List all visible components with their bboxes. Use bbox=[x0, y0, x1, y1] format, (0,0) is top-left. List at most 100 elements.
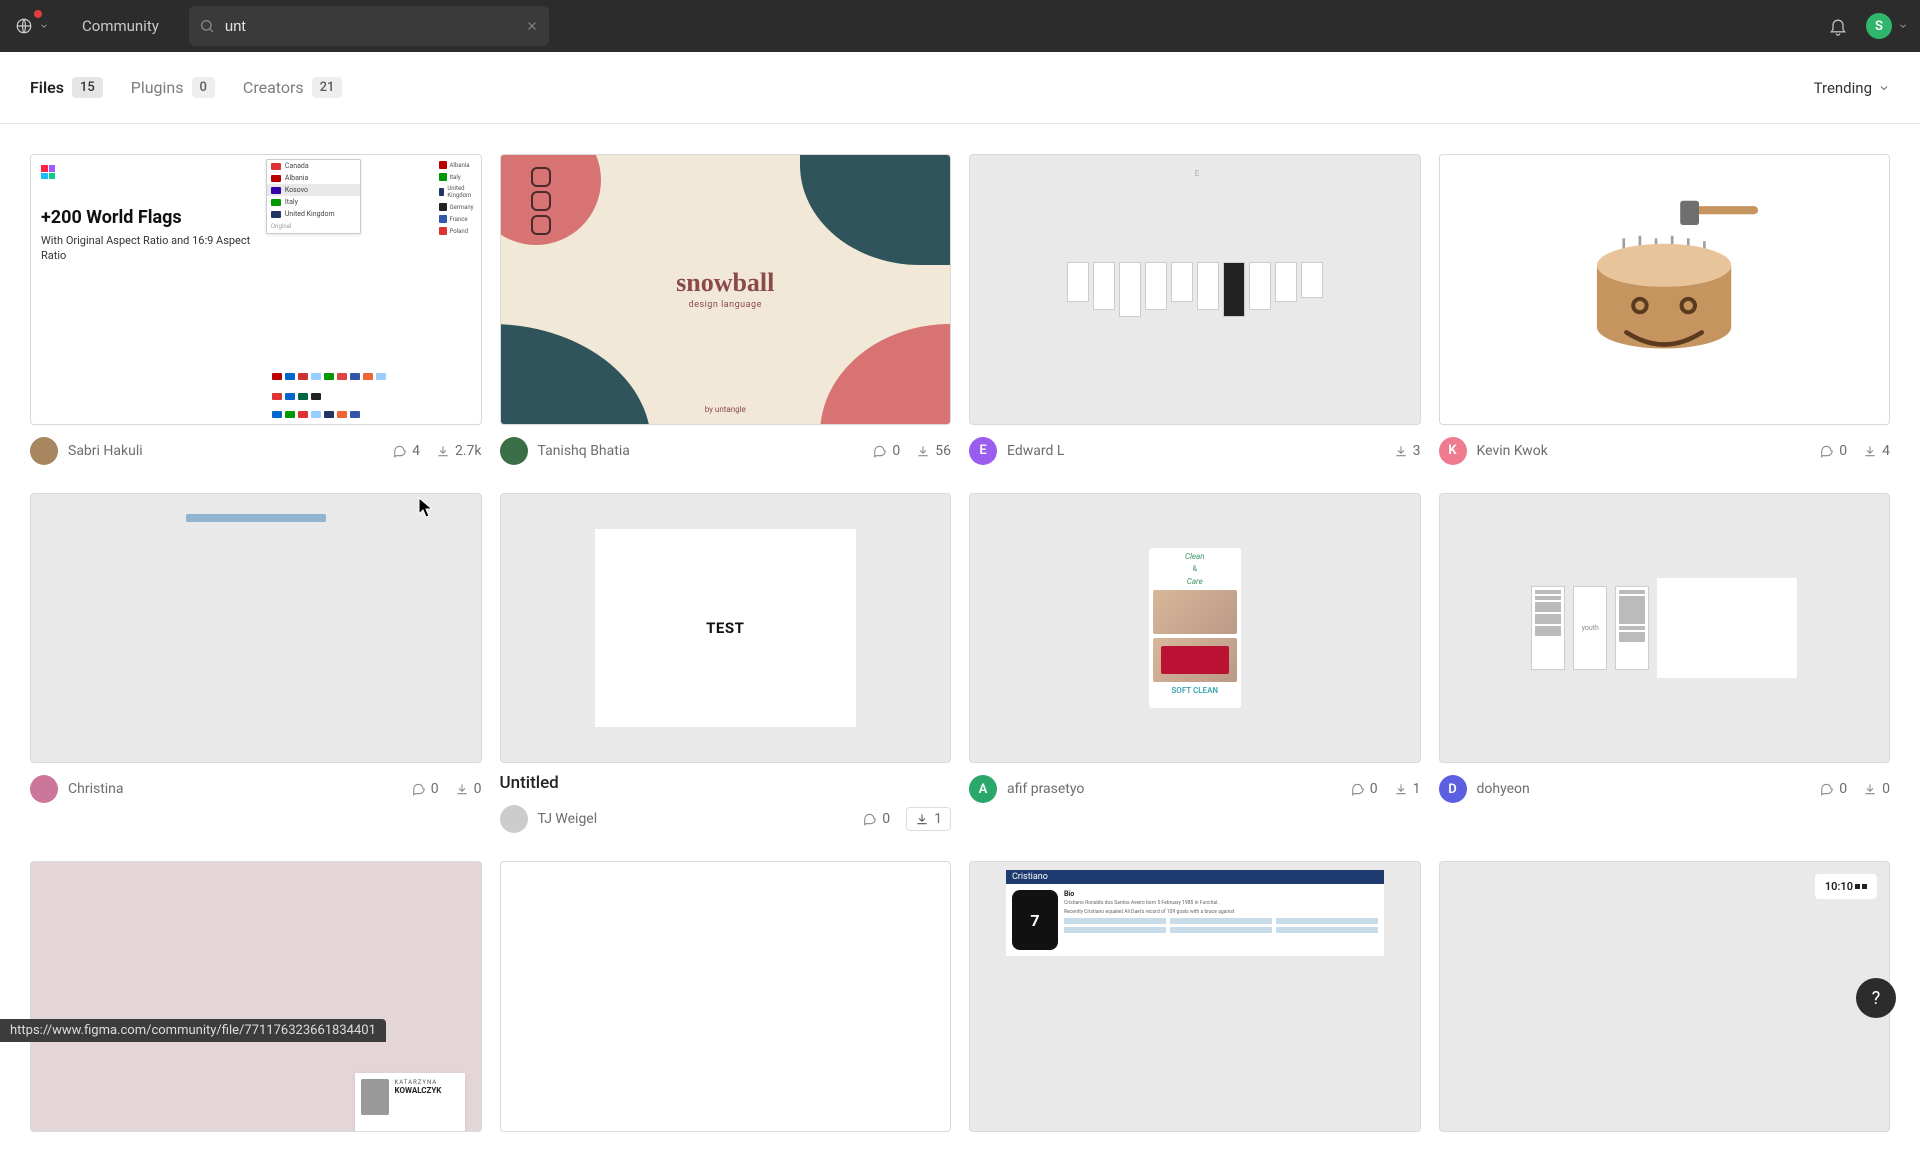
comment-icon bbox=[412, 782, 426, 796]
author-avatar bbox=[500, 805, 528, 833]
file-grid: +200 World Flags With Original Aspect Ra… bbox=[0, 124, 1920, 1162]
author-name: Tanishq Bhatia bbox=[538, 443, 630, 459]
comment-icon bbox=[1820, 444, 1834, 458]
file-card bbox=[500, 861, 952, 1132]
stump-hammer-illustration bbox=[1518, 182, 1810, 397]
file-author[interactable]: A afif prasetyo bbox=[969, 775, 1084, 803]
topbar-left: Community bbox=[12, 6, 549, 46]
file-meta: E Edward L 3 bbox=[969, 437, 1421, 465]
status-url-bar: https://www.figma.com/community/file/771… bbox=[0, 1019, 386, 1042]
notification-dot bbox=[34, 10, 42, 18]
downloads-stat[interactable]: 56 bbox=[916, 443, 951, 459]
author-name: TJ Weigel bbox=[538, 811, 598, 827]
file-author[interactable]: E Edward L bbox=[969, 437, 1064, 465]
file-author[interactable]: Sabri Hakuli bbox=[30, 437, 143, 465]
sort-label: Trending bbox=[1814, 79, 1872, 97]
chevron-down-icon bbox=[1878, 82, 1890, 94]
file-card: +200 World Flags With Original Aspect Ra… bbox=[30, 154, 482, 465]
comment-icon bbox=[1820, 782, 1834, 796]
community-label[interactable]: Community bbox=[64, 17, 177, 35]
author-avatar bbox=[30, 775, 58, 803]
comments-stat[interactable]: 0 bbox=[412, 781, 439, 797]
file-thumbnail[interactable] bbox=[500, 861, 952, 1132]
file-thumbnail[interactable]: +200 World Flags With Original Aspect Ra… bbox=[30, 154, 482, 425]
file-thumbnail[interactable]: youth bbox=[1439, 493, 1891, 764]
tab-label: Files bbox=[30, 78, 64, 97]
downloads-stat[interactable]: 4 bbox=[1863, 443, 1890, 459]
comments-stat[interactable]: 0 bbox=[1820, 781, 1847, 797]
thumb-subtitle: design language bbox=[689, 300, 762, 310]
comments-stat[interactable]: 0 bbox=[873, 443, 900, 459]
file-author[interactable]: D dohyeon bbox=[1439, 775, 1530, 803]
chevron-down-icon bbox=[39, 21, 49, 31]
downloads-stat[interactable]: 0 bbox=[455, 781, 482, 797]
search-icon bbox=[199, 18, 215, 34]
sort-button[interactable]: Trending bbox=[1814, 79, 1890, 97]
file-thumbnail[interactable]: TEST bbox=[500, 493, 952, 764]
file-card: Christina 0 0 bbox=[30, 493, 482, 834]
file-author[interactable]: K Kevin Kwok bbox=[1439, 437, 1548, 465]
file-card: KATARZYNA KOWALCZYK bbox=[30, 861, 482, 1132]
download-icon bbox=[455, 782, 469, 796]
topbar: Community S bbox=[0, 0, 1920, 52]
tab-label: Plugins bbox=[131, 78, 184, 97]
file-card: Cristiano 7 Bio Cristiano Ronaldo dos Sa… bbox=[969, 861, 1421, 1132]
tab-count: 0 bbox=[192, 77, 215, 98]
file-thumbnail[interactable]: Clean & Care SOFT CLEAN bbox=[969, 493, 1421, 764]
file-thumbnail[interactable] bbox=[30, 493, 482, 764]
file-card: snowball design language by untangle Tan… bbox=[500, 154, 952, 465]
tab-plugins[interactable]: Plugins 0 bbox=[131, 77, 215, 98]
close-icon bbox=[525, 19, 539, 33]
notifications-button[interactable] bbox=[1828, 16, 1848, 36]
duplicate-button[interactable]: 1 bbox=[906, 807, 951, 831]
downloads-stat[interactable]: 2.7k bbox=[436, 443, 482, 459]
downloads-stat[interactable]: 1 bbox=[1394, 781, 1421, 797]
file-meta: A afif prasetyo 0 1 bbox=[969, 775, 1421, 803]
file-thumbnail[interactable]: snowball design language by untangle bbox=[500, 154, 952, 425]
downloads-stat[interactable]: 3 bbox=[1394, 443, 1421, 459]
account-menu-button[interactable]: S bbox=[1866, 13, 1908, 39]
file-card: 10:10 bbox=[1439, 861, 1891, 1132]
file-title[interactable]: Untitled bbox=[500, 773, 952, 793]
thumb-headline: +200 World Flags bbox=[41, 207, 264, 228]
file-author[interactable]: TJ Weigel bbox=[500, 805, 598, 833]
help-button[interactable]: ? bbox=[1856, 978, 1896, 1018]
home-menu-button[interactable] bbox=[12, 6, 52, 46]
file-thumbnail[interactable]: Cristiano 7 Bio Cristiano Ronaldo dos Sa… bbox=[969, 861, 1421, 1132]
author-name: Edward L bbox=[1007, 443, 1064, 459]
comments-stat[interactable]: 0 bbox=[863, 811, 890, 827]
chevron-down-icon bbox=[1898, 21, 1908, 31]
download-icon bbox=[915, 812, 929, 826]
file-thumbnail[interactable]: KATARZYNA KOWALCZYK bbox=[30, 861, 482, 1132]
author-name: Kevin Kwok bbox=[1477, 443, 1548, 459]
file-author[interactable]: Tanishq Bhatia bbox=[500, 437, 630, 465]
comments-stat[interactable]: 0 bbox=[1820, 443, 1847, 459]
comments-stat[interactable]: 0 bbox=[1351, 781, 1378, 797]
comment-icon bbox=[873, 444, 887, 458]
author-avatar: A bbox=[969, 775, 997, 803]
downloads-stat[interactable]: 0 bbox=[1863, 781, 1890, 797]
file-meta: Christina 0 0 bbox=[30, 775, 482, 803]
figma-logo-icon bbox=[41, 165, 55, 179]
file-author[interactable]: Christina bbox=[30, 775, 124, 803]
thumb-byline: by untangle bbox=[705, 405, 746, 414]
file-card: E E Edward L 3 bbox=[969, 154, 1421, 465]
file-meta: D dohyeon 0 0 bbox=[1439, 775, 1891, 803]
file-thumbnail[interactable]: 10:10 bbox=[1439, 861, 1891, 1132]
thumb-label: TEST bbox=[706, 619, 744, 637]
author-name: afif prasetyo bbox=[1007, 781, 1084, 797]
search-input[interactable] bbox=[225, 18, 515, 35]
author-avatar bbox=[30, 437, 58, 465]
download-icon bbox=[1394, 782, 1408, 796]
search-clear-button[interactable] bbox=[525, 19, 539, 33]
search-box[interactable] bbox=[189, 6, 549, 46]
author-avatar bbox=[500, 437, 528, 465]
thumb-sidelist: Albania Italy United Kingdom Germany Fra… bbox=[439, 159, 479, 237]
comment-icon bbox=[863, 812, 877, 826]
comments-stat[interactable]: 4 bbox=[393, 443, 420, 459]
tabs-row: Files 15 Plugins 0 Creators 21 Trending bbox=[0, 52, 1920, 124]
file-thumbnail[interactable]: E bbox=[969, 154, 1421, 425]
file-thumbnail[interactable] bbox=[1439, 154, 1891, 425]
tab-creators[interactable]: Creators 21 bbox=[243, 77, 343, 98]
tab-files[interactable]: Files 15 bbox=[30, 77, 103, 98]
